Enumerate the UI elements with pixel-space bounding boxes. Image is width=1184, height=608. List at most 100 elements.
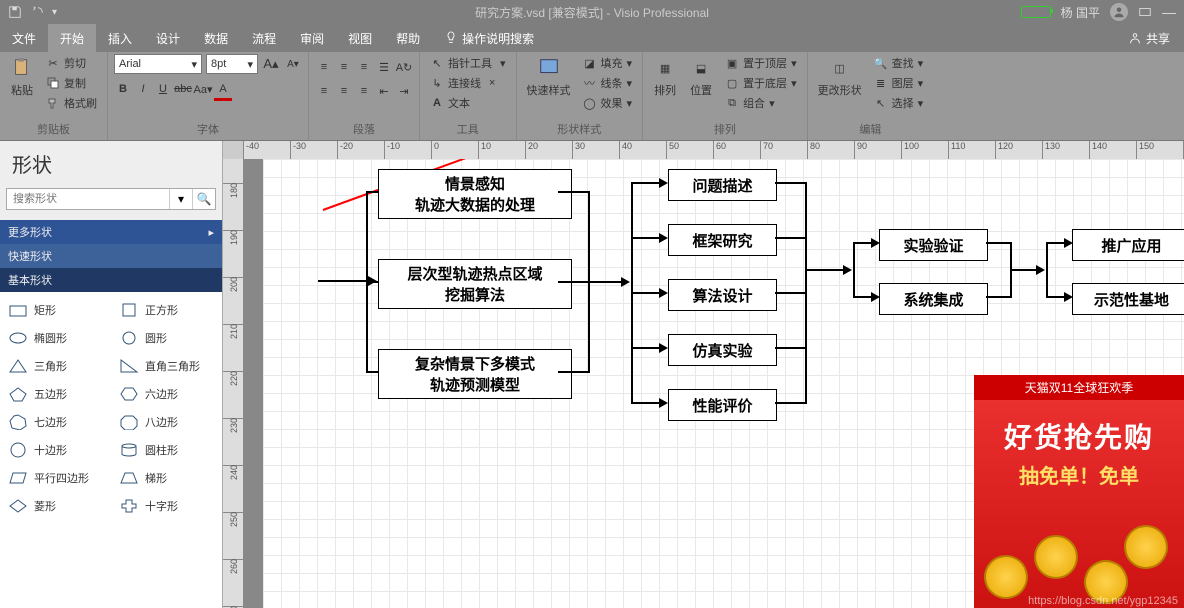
align-bot-button[interactable]: ≡: [355, 58, 373, 76]
diagram-box[interactable]: 实验验证: [879, 229, 988, 261]
shape-item[interactable]: 矩形: [0, 296, 111, 324]
effects-icon: ◯: [583, 96, 597, 110]
shape-item[interactable]: 三角形: [0, 352, 111, 380]
arrange-button[interactable]: ▦排列: [649, 54, 681, 100]
shape-item[interactable]: 十字形: [111, 492, 222, 520]
ad-header: 天猫双11全球狂欢季: [974, 375, 1184, 400]
shape-item[interactable]: 直角三角形: [111, 352, 222, 380]
align-top-button[interactable]: ≡: [315, 58, 333, 76]
arrange-icon: ▦: [653, 56, 677, 80]
align-right-button[interactable]: ≡: [355, 82, 373, 100]
indent-inc-button[interactable]: ⇥: [395, 82, 413, 100]
find-button[interactable]: 🔍查找▾: [870, 54, 928, 72]
fill-icon: ◪: [583, 56, 597, 70]
tab-insert[interactable]: 插入: [96, 24, 144, 52]
tab-design[interactable]: 设计: [144, 24, 192, 52]
search-icon[interactable]: 🔍: [192, 189, 215, 209]
diagram-box[interactable]: 示范性基地: [1072, 283, 1184, 315]
diagram-box[interactable]: 层次型轨迹热点区域挖掘算法: [378, 259, 572, 309]
tell-me[interactable]: 操作说明搜索: [432, 24, 546, 52]
diagram-box[interactable]: 性能评价: [668, 389, 777, 421]
pointer-tool-button[interactable]: ↖指针工具▾: [426, 54, 510, 72]
italic-button[interactable]: I: [134, 80, 152, 98]
text-effects-button[interactable]: Aa▾: [194, 80, 212, 98]
stencil-more[interactable]: 更多形状▸: [0, 220, 222, 244]
minimize-icon[interactable]: —: [1162, 4, 1176, 20]
grow-font-button[interactable]: A▴: [262, 55, 280, 73]
format-painter-button[interactable]: 格式刷: [42, 94, 101, 112]
diagram-box[interactable]: 系统集成: [879, 283, 988, 315]
save-icon[interactable]: [8, 5, 22, 19]
shrink-font-button[interactable]: A▾: [284, 55, 302, 73]
shape-item[interactable]: 七边形: [0, 408, 111, 436]
line-button[interactable]: 〰线条▾: [579, 74, 637, 92]
diagram-box[interactable]: 问题描述: [668, 169, 777, 201]
font-color-button[interactable]: A: [214, 80, 232, 101]
shape-item[interactable]: 十边形: [0, 436, 111, 464]
shape-item[interactable]: 梯形: [111, 464, 222, 492]
paste-button[interactable]: 粘贴: [6, 54, 38, 100]
rotate-text-button[interactable]: A↻: [395, 58, 413, 76]
shape-item[interactable]: 平行四边形: [0, 464, 111, 492]
strike-button[interactable]: abc: [174, 80, 192, 98]
user-avatar-icon[interactable]: [1110, 3, 1128, 21]
tab-home[interactable]: 开始: [48, 24, 96, 52]
effects-button[interactable]: ◯效果▾: [579, 94, 637, 112]
shape-item[interactable]: 圆形: [111, 324, 222, 352]
bring-front-button[interactable]: ▣置于顶层▾: [721, 54, 801, 72]
shape-item[interactable]: 圆柱形: [111, 436, 222, 464]
tab-help[interactable]: 帮助: [384, 24, 432, 52]
quick-styles-button[interactable]: 快速样式: [523, 54, 575, 100]
tab-process[interactable]: 流程: [240, 24, 288, 52]
layers-button[interactable]: ≣图层▾: [870, 74, 928, 92]
change-shape-button[interactable]: ◫更改形状: [814, 54, 866, 100]
stencil-basic[interactable]: 基本形状: [0, 268, 222, 292]
bold-button[interactable]: B: [114, 80, 132, 98]
shape-item[interactable]: 椭圆形: [0, 324, 111, 352]
position-button[interactable]: ⬓位置: [685, 54, 717, 100]
tab-data[interactable]: 数据: [192, 24, 240, 52]
fill-button[interactable]: ◪填充▾: [579, 54, 637, 72]
connector-tool-button[interactable]: ↳连接线×: [426, 74, 510, 92]
shape-glyph-icon: [119, 358, 139, 374]
underline-button[interactable]: U: [154, 80, 172, 98]
group-button[interactable]: ⧉组合▾: [721, 94, 801, 112]
ad-overlay[interactable]: 天猫双11全球狂欢季 好货抢先购 抽免单！免单: [974, 375, 1184, 608]
canvas[interactable]: -40-30-20-100102030405060708090100110120…: [223, 141, 1184, 608]
diagram-box[interactable]: 情景感知轨迹大数据的处理: [378, 169, 572, 219]
copy-button[interactable]: 复制: [42, 74, 101, 92]
diagram-box[interactable]: 仿真实验: [668, 334, 777, 366]
tab-review[interactable]: 审阅: [288, 24, 336, 52]
share-button[interactable]: 共享: [1114, 24, 1184, 52]
indent-dec-button[interactable]: ⇤: [375, 82, 393, 100]
group-clipboard: 粘贴 ✂剪切 复制 格式刷 剪贴板: [0, 52, 108, 140]
text-tool-button[interactable]: A文本: [426, 94, 510, 112]
tab-file[interactable]: 文件: [0, 24, 48, 52]
search-dropdown-icon[interactable]: ▾: [169, 189, 192, 209]
diagram-box[interactable]: 推广应用: [1072, 229, 1184, 261]
shapes-search-input[interactable]: [7, 190, 169, 208]
align-left-button[interactable]: ≡: [315, 82, 333, 100]
shape-item[interactable]: 正方形: [111, 296, 222, 324]
cut-button[interactable]: ✂剪切: [42, 54, 101, 72]
shape-item[interactable]: 五边形: [0, 380, 111, 408]
diagram-box[interactable]: 框架研究: [668, 224, 777, 256]
diagram-box[interactable]: 复杂情景下多模式轨迹预测模型: [378, 349, 572, 399]
bullets-button[interactable]: ☰: [375, 58, 393, 76]
font-name-combo[interactable]: Arial▾: [114, 54, 202, 74]
shape-item[interactable]: 八边形: [111, 408, 222, 436]
stencil-quick[interactable]: 快速形状: [0, 244, 222, 268]
undo-icon[interactable]: [30, 5, 44, 19]
align-center-button[interactable]: ≡: [335, 82, 353, 100]
ribbon-options-icon[interactable]: [1138, 5, 1152, 19]
align-mid-button[interactable]: ≡: [335, 58, 353, 76]
qat-dropdown-icon[interactable]: ▾: [52, 7, 57, 18]
shape-item[interactable]: 六边形: [111, 380, 222, 408]
shape-item[interactable]: 菱形: [0, 492, 111, 520]
font-size-combo[interactable]: 8pt▾: [206, 54, 258, 74]
tab-view[interactable]: 视图: [336, 24, 384, 52]
select-button[interactable]: ↖选择▾: [870, 94, 928, 112]
diagram-box[interactable]: 算法设计: [668, 279, 777, 311]
shapes-pane: 形状 ▾ 🔍 更多形状▸ 快速形状 基本形状 矩形正方形椭圆形圆形三角形直角三角…: [0, 141, 223, 608]
send-back-button[interactable]: ▢置于底层▾: [721, 74, 801, 92]
